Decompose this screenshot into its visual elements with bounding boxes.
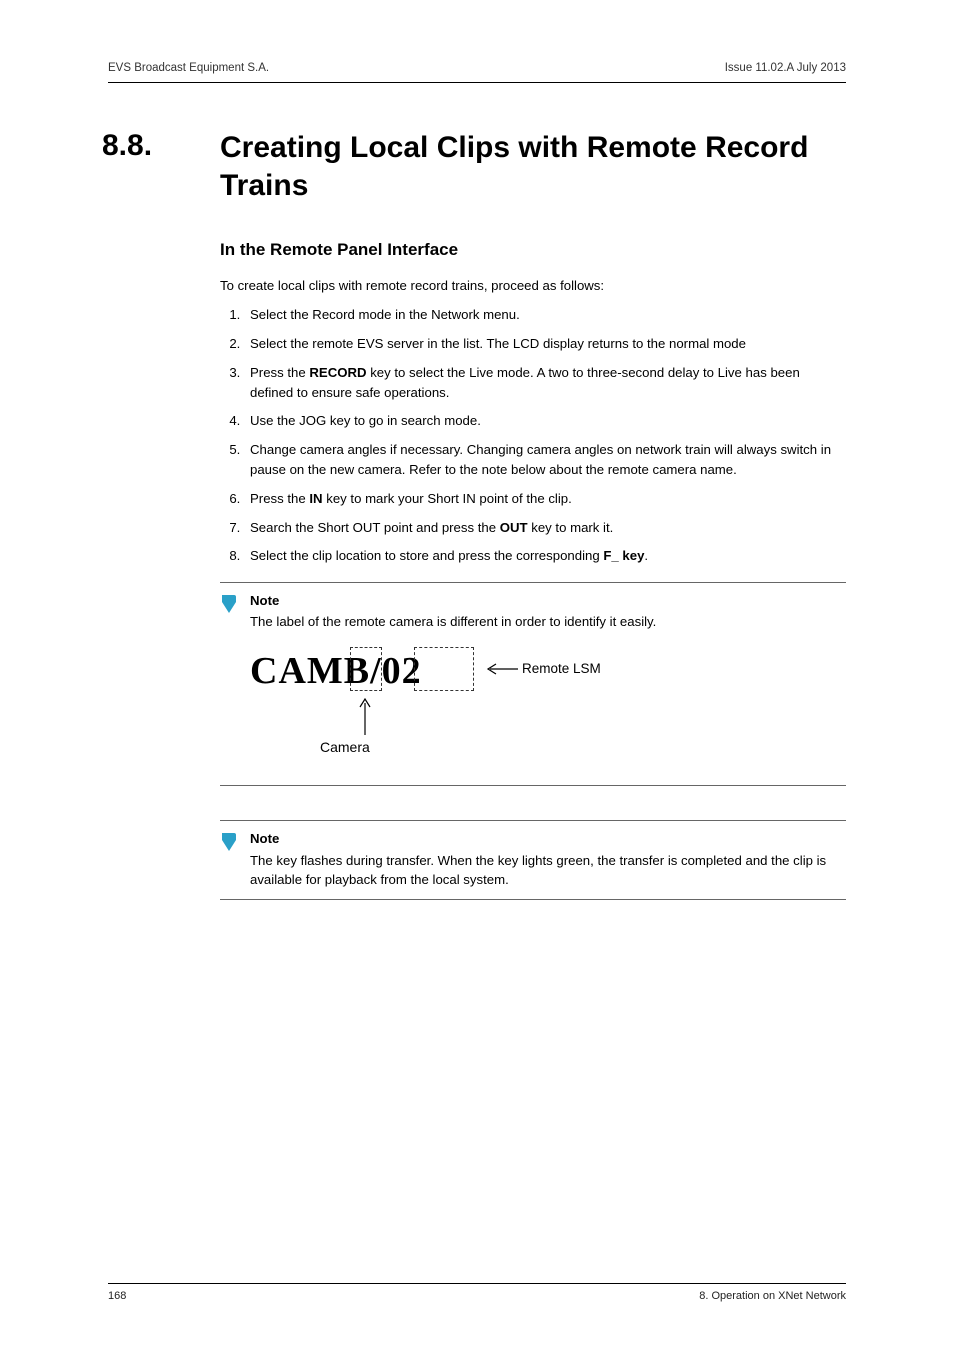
note-1-inner: Note The label of the remote camera is d… <box>220 583 846 641</box>
step-5: Change camera angles if necessary. Chang… <box>244 440 846 480</box>
header-left: EVS Broadcast Equipment S.A. <box>108 62 269 74</box>
step-6-pre: Press the <box>250 491 309 506</box>
step-8: Select the clip location to store and pr… <box>244 546 846 566</box>
page-header: EVS Broadcast Equipment S.A. Issue 11.02… <box>108 62 846 80</box>
note-2-body: The key flashes during transfer. When th… <box>250 853 826 887</box>
section-heading-row: 8.8. Creating Local Clips with Remote Re… <box>108 129 846 204</box>
note-2-inner: Note The key flashes during transfer. Wh… <box>220 821 846 898</box>
camera-label: Camera <box>320 739 370 755</box>
intro-paragraph: To create local clips with remote record… <box>220 276 846 295</box>
camb-text: CAMB/02 <box>250 649 422 693</box>
step-8-pre: Select the clip location to store and pr… <box>250 548 603 563</box>
step-2: Select the remote EVS server in the list… <box>244 334 846 354</box>
step-7: Search the Short OUT point and press the… <box>244 518 846 538</box>
footer-chapter: 8. Operation on XNet Network <box>699 1290 846 1302</box>
page-number: 168 <box>108 1290 126 1302</box>
box-letter <box>350 647 382 691</box>
note-rule-bottom <box>220 785 846 786</box>
page-footer: 168 8. Operation on XNet Network <box>108 1283 846 1302</box>
step-8-key: F_ key <box>603 548 644 563</box>
note-1-text: Note The label of the remote camera is d… <box>250 591 656 631</box>
camera-arrow <box>358 695 372 740</box>
header-rule <box>108 82 846 83</box>
arrow-left-icon <box>482 662 518 676</box>
footer-row: 168 8. Operation on XNet Network <box>108 1290 846 1302</box>
step-6-post: key to mark your Short IN point of the c… <box>323 491 572 506</box>
note-1-heading: Note <box>250 591 656 610</box>
page: EVS Broadcast Equipment S.A. Issue 11.02… <box>0 0 954 1350</box>
step-6-key: IN <box>309 491 322 506</box>
subsection-heading: In the Remote Panel Interface <box>220 240 846 260</box>
note-1: Note The label of the remote camera is d… <box>220 582 846 786</box>
step-8-post: . <box>644 548 648 563</box>
tag-icon <box>220 591 250 620</box>
section-number: 8.8. <box>102 129 220 163</box>
footer-rule <box>108 1283 846 1284</box>
remote-lsm-label: Remote LSM <box>522 661 601 676</box>
step-7-key: OUT <box>500 520 528 535</box>
step-7-pre: Search the Short OUT point and press the <box>250 520 500 535</box>
step-3-pre: Press the <box>250 365 309 380</box>
section-title: Creating Local Clips with Remote Record … <box>220 129 846 204</box>
note-2-heading: Note <box>250 829 846 848</box>
step-3-key: RECORD <box>309 365 366 380</box>
step-3: Press the RECORD key to select the Live … <box>244 363 846 403</box>
note-2: Note The key flashes during transfer. Wh… <box>220 820 846 899</box>
note2-rule-bottom <box>220 899 846 900</box>
header-right: Issue 11.02.A July 2013 <box>725 62 846 74</box>
tag-icon <box>220 829 250 858</box>
step-7-post: key to mark it. <box>528 520 614 535</box>
box-number <box>414 647 474 691</box>
note-2-text: Note The key flashes during transfer. Wh… <box>250 829 846 888</box>
step-6: Press the IN key to mark your Short IN p… <box>244 489 846 509</box>
note-1-body: The label of the remote camera is differ… <box>250 614 656 629</box>
remote-lsm-callout: Remote LSM <box>482 661 601 676</box>
camera-label-diagram: CAMB/02 Remote LSM Camera <box>250 645 670 785</box>
step-4: Use the JOG key to go in search mode. <box>244 411 846 431</box>
content-block: In the Remote Panel Interface To create … <box>220 240 846 900</box>
arrow-up-icon <box>358 695 372 735</box>
steps-list: Select the Record mode in the Network me… <box>244 305 846 566</box>
step-1: Select the Record mode in the Network me… <box>244 305 846 325</box>
